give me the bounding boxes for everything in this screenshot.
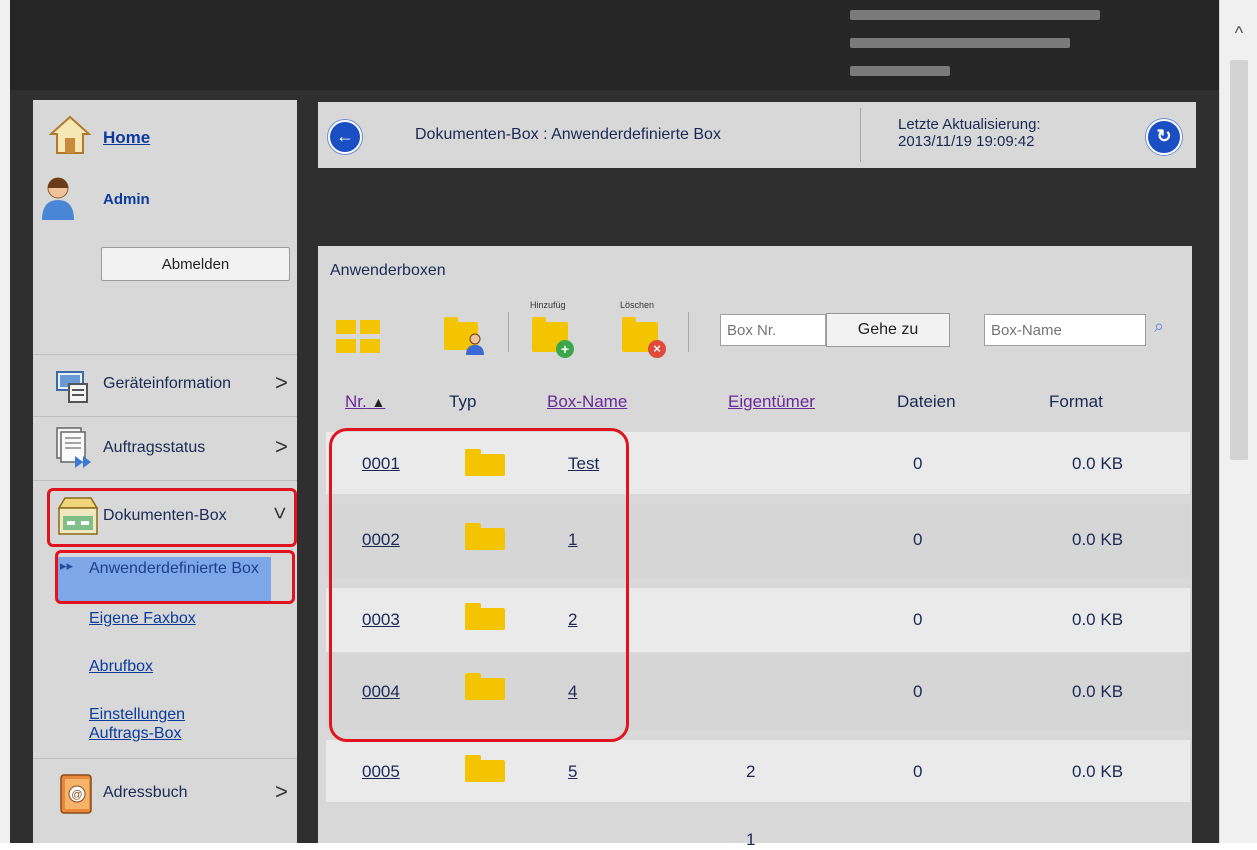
menu-label: Geräteinformation [103, 375, 232, 392]
delete-box-button[interactable]: × [622, 316, 668, 358]
column-owner[interactable]: Eigentümer [728, 392, 815, 412]
divider [33, 354, 297, 355]
box-number-input[interactable] [720, 314, 826, 346]
panel-title: Anwenderboxen [330, 262, 446, 279]
job-status-icon [56, 427, 91, 468]
home-icon [49, 115, 91, 154]
scroll-up-icon[interactable]: ^ [1228, 22, 1250, 44]
search-icon[interactable]: ⌕ [1154, 316, 1174, 336]
scroll-thumb[interactable] [1230, 60, 1248, 460]
column-format: Format [1049, 392, 1103, 411]
chevron-right-icon: > [275, 779, 288, 804]
owner-cell: 2 [746, 762, 756, 781]
column-nr[interactable]: Nr. ▲ [345, 392, 385, 412]
plus-icon: + [556, 340, 574, 358]
files-cell: 0 [913, 682, 923, 701]
last-update-time: 2013/11/19 19:09:42 [898, 133, 1035, 150]
redacted-text [850, 66, 950, 76]
owner-folder-icon[interactable] [444, 316, 488, 356]
menu-item-address-book[interactable]: @ Adressbuch > [33, 765, 297, 823]
box-number-link[interactable]: 0005 [362, 762, 400, 782]
divider [860, 108, 861, 162]
user-name: Admin [103, 191, 150, 208]
refresh-icon[interactable]: ↻ [1146, 119, 1182, 155]
files-cell: 0 [913, 762, 923, 781]
divider [688, 312, 689, 352]
files-cell: 0 [913, 530, 923, 549]
files-cell: 0 [913, 610, 923, 629]
menu-label: Adressbuch [103, 784, 188, 801]
column-type: Typ [449, 392, 477, 411]
column-nr-label: Nr. [345, 392, 367, 411]
menu-label: Auftragsstatus [103, 439, 206, 456]
header-bar: ← Dokumenten-Box : Anwenderdefinierte Bo… [318, 102, 1196, 168]
device-info-icon [56, 371, 88, 403]
delete-x-icon: × [648, 340, 666, 358]
add-label: Hinzufüg [530, 300, 566, 310]
back-icon[interactable]: ← [328, 120, 362, 154]
sidebar: Home Admin Abmelden Geräteinformation > [33, 100, 297, 843]
home-link[interactable]: Home [103, 128, 150, 148]
column-files: Dateien [897, 392, 956, 411]
box-name-link[interactable]: 5 [568, 762, 577, 782]
logout-button[interactable]: Abmelden [101, 247, 290, 281]
box-name-input[interactable] [984, 314, 1146, 346]
top-bar [10, 0, 1219, 90]
highlight-box [47, 488, 297, 547]
format-cell: 0.0 KB [1072, 610, 1124, 629]
delete-label: Löschen [620, 300, 655, 310]
submenu-item-job-box-settings[interactable]: Einstellungen Auftrags-Box [89, 705, 229, 743]
scrollbar[interactable]: ^ [1219, 0, 1257, 843]
page-title: Dokumenten-Box : Anwenderdefinierte Box [415, 126, 721, 143]
format-cell: 0.0 KB [1072, 682, 1124, 701]
divider [33, 758, 297, 759]
sort-ascending-icon: ▲ [371, 394, 386, 410]
table-row[interactable]: 0005 5 2 0 0.0 KB [326, 740, 1190, 802]
page-number[interactable]: 1 [746, 830, 755, 850]
divider [33, 480, 297, 481]
highlight-box [55, 550, 295, 604]
chevron-right-icon: > [275, 370, 288, 395]
format-cell: 0.0 KB [1072, 530, 1124, 549]
add-box-button[interactable]: + [532, 316, 576, 358]
format-cell: 0.0 KB [1072, 762, 1124, 781]
divider [33, 416, 297, 417]
divider [508, 312, 509, 352]
menu-item-device-info[interactable]: Geräteinformation > [33, 356, 297, 414]
redacted-text [850, 38, 1070, 48]
user-avatar-icon [42, 177, 74, 220]
redacted-text [850, 10, 1100, 20]
submenu-item-fax-box[interactable]: Eigene Faxbox [89, 609, 196, 628]
highlight-box [329, 428, 629, 742]
submenu-item-polling-box[interactable]: Abrufbox [89, 657, 153, 676]
address-book-icon: @ [60, 774, 92, 814]
menu-item-job-status[interactable]: Auftragsstatus > [33, 420, 297, 478]
last-update-label: Letzte Aktualisierung: [898, 116, 1041, 133]
last-update: Letzte Aktualisierung: 2013/11/19 19:09:… [898, 116, 1041, 150]
user-box-panel: Anwenderboxen Hinzufüg + Löschen × Gehe … [318, 246, 1192, 849]
format-cell: 0.0 KB [1072, 454, 1124, 473]
files-cell: 0 [913, 454, 923, 473]
goto-button[interactable]: Gehe zu [826, 313, 950, 347]
chevron-right-icon: > [275, 434, 288, 459]
view-toggle-icon[interactable] [336, 320, 382, 354]
svg-text:@: @ [71, 789, 82, 801]
column-box-name[interactable]: Box-Name [547, 392, 627, 412]
folder-icon [465, 755, 505, 782]
